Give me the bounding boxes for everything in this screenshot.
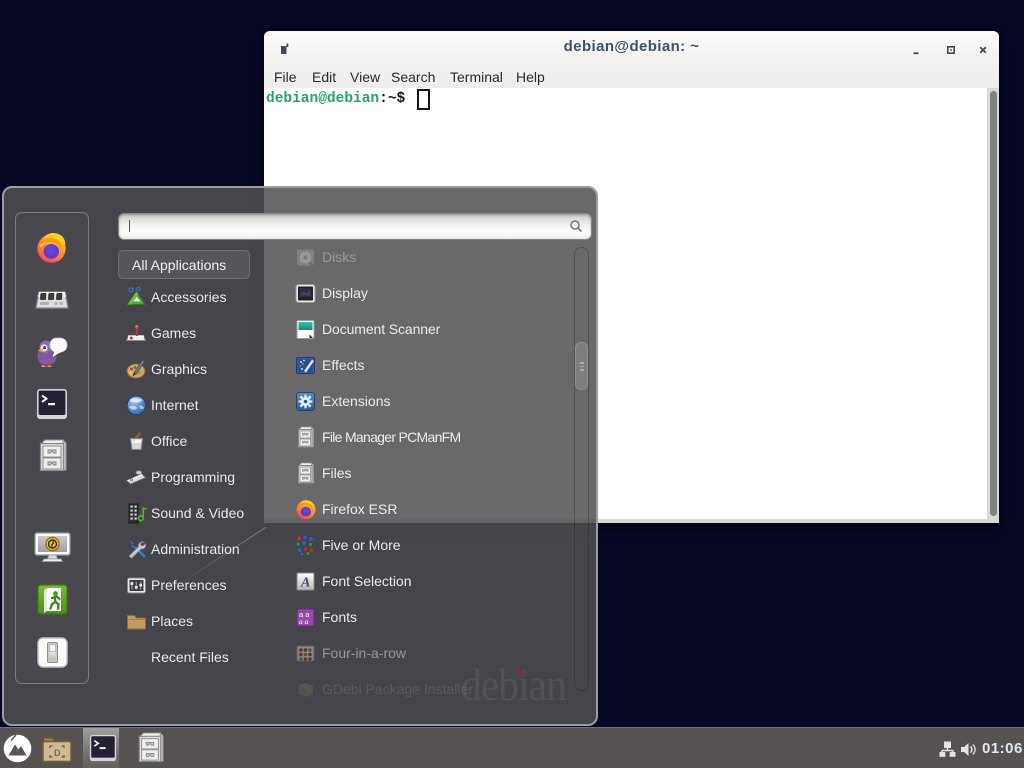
svg-text:a a: a a — [299, 617, 309, 626]
svg-text:D: D — [54, 748, 61, 758]
svg-text:A: A — [300, 576, 310, 591]
